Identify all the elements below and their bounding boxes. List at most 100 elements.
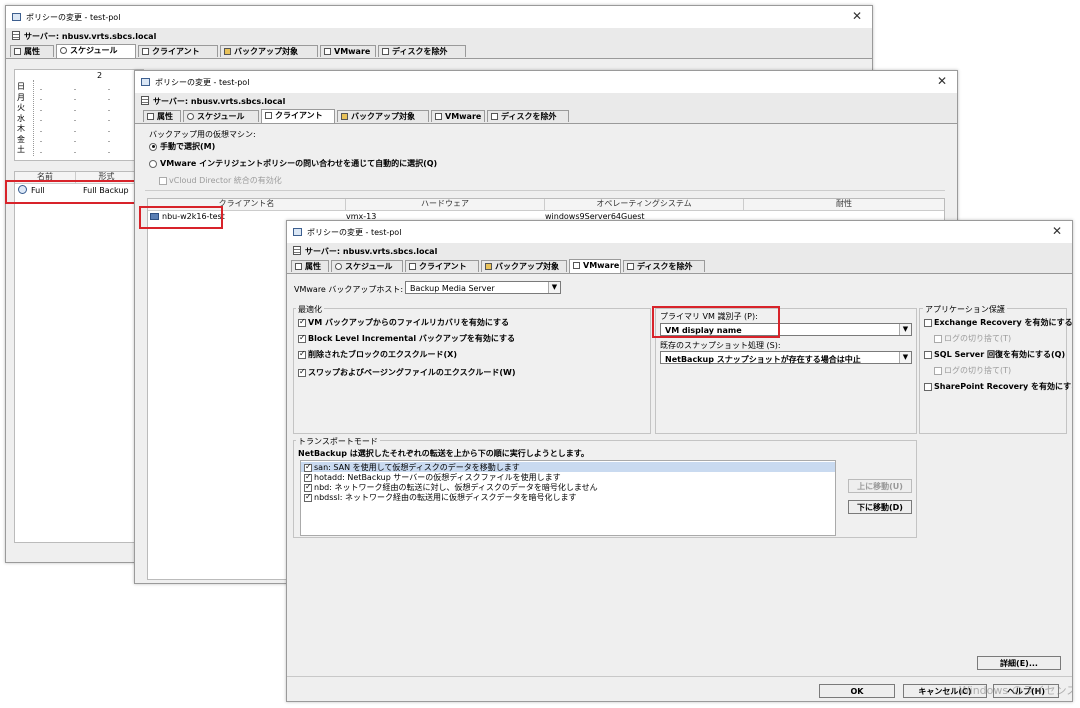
- list-item[interactable]: san: SAN を使用して仮想ディスクのデータを移動します: [301, 462, 835, 472]
- checkbox-box: [924, 382, 932, 391]
- opt-block-level[interactable]: Block Level Incremental バックアップを有効にする: [298, 333, 515, 344]
- window-title: ポリシーの変更 - test-pol: [155, 78, 250, 87]
- chevron-down-icon: ▼: [899, 324, 911, 335]
- day-labels: 日月火水木金土: [17, 82, 25, 154]
- checkbox-box: [304, 472, 312, 482]
- backup-selections-icon: [341, 113, 348, 120]
- tab-bar: 属性 スケジュール クライアント バックアップ対象 VMware ディスクを除外: [287, 258, 1072, 274]
- opt-file-recovery[interactable]: VM バックアップからのファイルリカバリを有効にする: [298, 317, 509, 328]
- server-bar: サーバー: nbusv.vrts.sbcs.local: [287, 243, 1072, 259]
- checkbox-box: [298, 349, 306, 359]
- checkbox-box: [934, 366, 942, 375]
- tab-vmware[interactable]: VMware: [320, 45, 376, 57]
- window-title: ポリシーの変更 - test-pol: [307, 228, 402, 237]
- transport-description: NetBackup は選択したそれぞれの転送を上から下の順に実行しようとします。: [298, 449, 589, 458]
- tab-attributes[interactable]: 属性: [10, 45, 54, 57]
- vm-selection-label: バックアップ用の仮想マシン:: [149, 130, 256, 139]
- move-up-button[interactable]: 上に移動(U): [848, 479, 912, 493]
- server-icon: [12, 31, 20, 40]
- app-icon: [141, 78, 150, 86]
- checkbox-box: [924, 318, 932, 327]
- radio-dot: [149, 142, 157, 151]
- schedule-icon: [187, 113, 194, 120]
- radio-dot: [149, 159, 157, 168]
- checkbox-box: [934, 334, 942, 343]
- tab-vmware[interactable]: VMware: [569, 259, 621, 273]
- backup-selections-icon: [485, 263, 492, 270]
- app-icon: [293, 228, 302, 236]
- transport-title: トランスポートモード: [296, 436, 380, 447]
- tab-clients[interactable]: クライアント: [405, 260, 479, 272]
- server-icon: [293, 246, 301, 255]
- exclude-disks-icon: [382, 48, 389, 55]
- tab-clients[interactable]: クライアント: [138, 45, 218, 57]
- radio-manual[interactable]: 手動で選択(M): [149, 141, 215, 152]
- vcloud-checkbox: vCloud Director 統合の有効化: [159, 175, 282, 186]
- list-item[interactable]: nbd: ネットワーク経由の転送に対し、仮想ディスクのデータを暗号化しません: [301, 482, 835, 492]
- optimization-group: 最適化 VM バックアップからのファイルリカバリを有効にする Block Lev…: [293, 304, 651, 434]
- chevron-down-icon: ▼: [548, 282, 560, 293]
- sql-recovery-checkbox[interactable]: SQL Server 回復を有効にする(Q): [924, 349, 1065, 360]
- schedule-icon: [335, 263, 342, 270]
- tab-backup-selections[interactable]: バックアップ対象: [481, 260, 567, 272]
- tab-schedule[interactable]: スケジュール: [56, 44, 136, 58]
- ok-button[interactable]: OK: [819, 684, 895, 698]
- snapshot-label: 既存のスナップショット処理 (S):: [660, 341, 781, 350]
- checkbox-box: [304, 482, 312, 492]
- vmware-icon: [324, 48, 331, 55]
- vmware-icon: [573, 262, 580, 269]
- schedule-table: 名前 形式 Full Full Backup: [14, 171, 138, 543]
- clients-icon: [142, 48, 149, 55]
- checkbox-box: [298, 317, 306, 327]
- tab-schedule[interactable]: スケジュール: [331, 260, 403, 272]
- app-protection-group: アプリケーション保護 Exchange Recovery を有効にする ログの切…: [919, 304, 1072, 434]
- checkbox-box: [159, 176, 167, 185]
- title-bar: ポリシーの変更 - test-pol ✕: [135, 71, 957, 93]
- app-icon: [12, 13, 21, 21]
- tab-attributes[interactable]: 属性: [291, 260, 329, 272]
- sql-truncate-checkbox: ログの切り捨て(T): [934, 365, 1011, 376]
- backup-selections-icon: [224, 48, 231, 55]
- col-hardware[interactable]: ハードウェア: [346, 199, 545, 210]
- server-bar: サーバー: nbusv.vrts.sbcs.local: [135, 93, 957, 109]
- tab-exclude-disks[interactable]: ディスクを除外: [623, 260, 705, 272]
- details-button[interactable]: 詳細(E)...: [977, 656, 1061, 670]
- tab-clients[interactable]: クライアント: [261, 109, 335, 123]
- close-icon[interactable]: ✕: [1052, 224, 1062, 238]
- footer-separator: [287, 676, 1072, 677]
- attributes-icon: [14, 48, 21, 55]
- tab-backup-selections[interactable]: バックアップ対象: [337, 110, 429, 122]
- tab-bar: 属性 スケジュール クライアント バックアップ対象 VMware ディスクを除外: [6, 43, 872, 59]
- radio-query[interactable]: VMware インテリジェントポリシーの問い合わせを通じて自動的に選択(Q): [149, 158, 437, 169]
- server-label: サーバー: nbusv.vrts.sbcs.local: [305, 247, 438, 256]
- server-bar: サーバー: nbusv.vrts.sbcs.local: [6, 28, 872, 44]
- col-resilience[interactable]: 耐性: [744, 199, 944, 210]
- list-item[interactable]: hotadd: NetBackup サーバーの仮想ディスクファイルを使用します: [301, 472, 835, 482]
- license-watermark: Windows のライセンス認: [959, 684, 1072, 697]
- checkbox-box: [304, 492, 312, 502]
- sharepoint-recovery-checkbox[interactable]: SharePoint Recovery を有効にする: [924, 381, 1072, 392]
- tab-exclude-disks[interactable]: ディスクを除外: [378, 45, 466, 57]
- col-os[interactable]: オペレーティングシステム: [545, 199, 744, 210]
- close-icon[interactable]: ✕: [937, 74, 947, 88]
- title-bar: ポリシーの変更 - test-pol ✕: [287, 221, 1072, 243]
- highlight-schedule-row: [5, 180, 136, 204]
- tab-schedule[interactable]: スケジュール: [183, 110, 259, 122]
- exchange-recovery-checkbox[interactable]: Exchange Recovery を有効にする: [924, 317, 1072, 328]
- close-icon[interactable]: ✕: [852, 9, 862, 23]
- backup-host-dropdown[interactable]: Backup Media Server ▼: [405, 281, 561, 294]
- opt-exclude-deleted[interactable]: 削除されたブロックのエクスクルード(X): [298, 349, 457, 360]
- schedule-icon: [60, 47, 67, 54]
- move-down-button[interactable]: 下に移動(D): [848, 500, 912, 514]
- tab-vmware[interactable]: VMware: [431, 110, 485, 122]
- tab-backup-selections[interactable]: バックアップ対象: [220, 45, 318, 57]
- tab-exclude-disks[interactable]: ディスクを除外: [487, 110, 569, 122]
- clients-icon: [265, 112, 272, 119]
- vmware-icon: [435, 113, 442, 120]
- snapshot-dropdown[interactable]: NetBackup スナップショットが存在する場合は中止 ▼: [660, 351, 912, 364]
- tab-attributes[interactable]: 属性: [143, 110, 181, 122]
- server-icon: [141, 96, 149, 105]
- opt-exclude-swap[interactable]: スワップおよびページングファイルのエクスクルード(W): [298, 367, 516, 378]
- list-item[interactable]: nbdssl: ネットワーク経由の転送用に仮想ディスクデータを暗号化します: [301, 492, 835, 502]
- window-body: VMware バックアップホスト: Backup Media Server ▼ 最…: [287, 274, 1072, 701]
